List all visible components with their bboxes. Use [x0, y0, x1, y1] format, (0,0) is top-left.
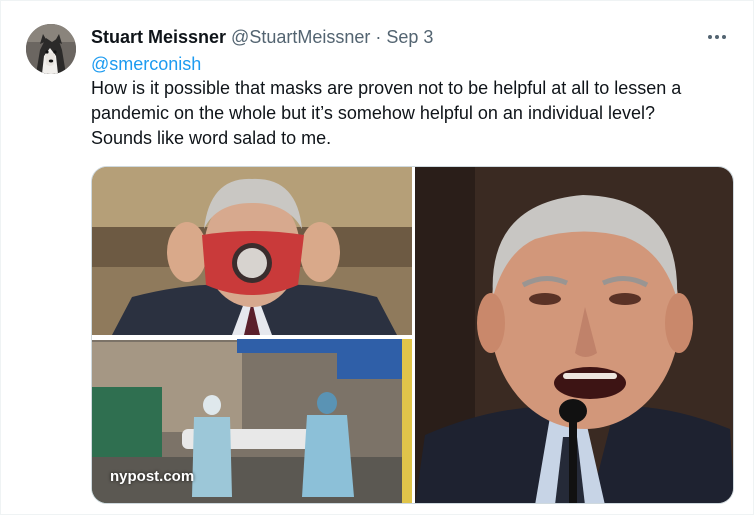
avatar[interactable] [26, 24, 76, 74]
tweet-text-line: Sounds like word salad to me. [91, 128, 332, 148]
tweet-text-line: How is it possible that masks are proven… [91, 78, 682, 98]
tweet-header: Stuart Meissner @StuartMeissner · Sep 3 [91, 26, 433, 48]
reply-mention-link[interactable]: @smerconish [91, 52, 201, 76]
tweet-text-line: pandemic on the whole but it’s somehow h… [91, 103, 656, 123]
tweet-text: How is it possible that masks are proven… [91, 76, 739, 151]
tweet-card[interactable]: Stuart Meissner @StuartMeissner · Sep 3 … [0, 0, 754, 515]
more-horizontal-icon [708, 35, 726, 39]
timestamp[interactable]: Sep 3 [386, 26, 433, 48]
author-name[interactable]: Stuart Meissner [91, 26, 226, 48]
media-watermark: nypost.com [110, 468, 195, 485]
collage-photo [92, 167, 412, 503]
author-handle[interactable]: @StuartMeissner [231, 26, 370, 48]
portrait-photo [415, 167, 733, 503]
separator-dot: · [375, 27, 382, 47]
tweet-media[interactable]: nypost.com [91, 166, 734, 504]
media-image-portrait[interactable] [415, 167, 733, 503]
husky-avatar-image [26, 24, 76, 74]
media-image-collage[interactable]: nypost.com [92, 167, 412, 503]
more-options-button[interactable] [705, 25, 729, 49]
